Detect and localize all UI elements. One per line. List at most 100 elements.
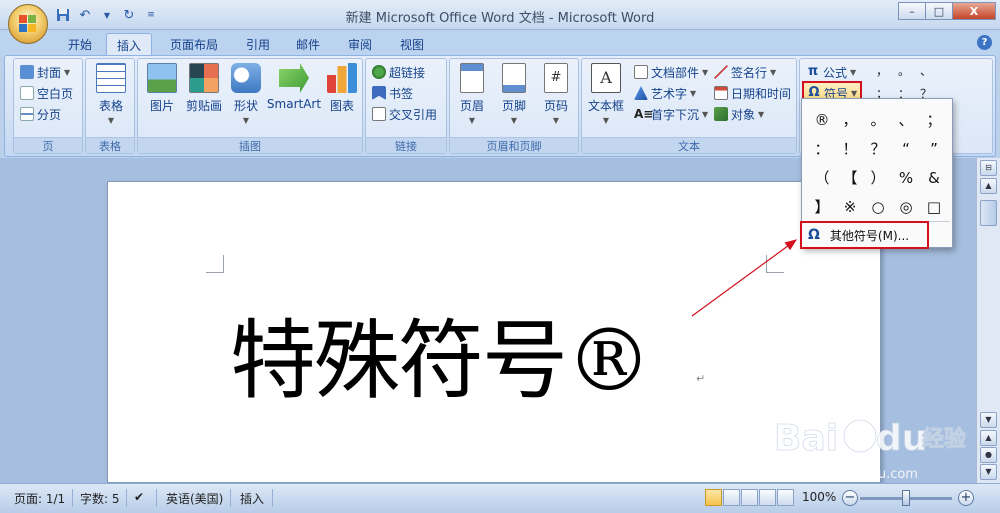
previous-page-icon[interactable]: ▲ <box>980 430 997 446</box>
minimize-button[interactable]: – <box>898 2 926 20</box>
tab-page-layout[interactable]: 页面布局 <box>160 33 228 55</box>
symbol-cell[interactable]: “ <box>892 134 920 163</box>
equation-button[interactable]: π 公式 ▼ <box>806 62 856 82</box>
scroll-up-icon[interactable]: ▲ <box>980 178 997 194</box>
quick-symbol[interactable]: 、 <box>915 62 937 79</box>
window-controls: – □ X <box>898 2 996 20</box>
symbol-cell[interactable]: 、 <box>892 105 920 134</box>
quick-symbol[interactable]: 。 <box>893 62 915 79</box>
drop-cap-button[interactable]: A≡ 首字下沉 ▼ <box>634 104 708 124</box>
symbol-cell[interactable]: ” <box>920 134 948 163</box>
close-button[interactable]: X <box>952 2 996 20</box>
maximize-button[interactable]: □ <box>925 2 953 20</box>
page-break-button[interactable]: 分页 <box>20 104 61 124</box>
links-group: 超链接 书签 交叉引用 链接 <box>365 58 447 154</box>
symbol-cell[interactable]: ， <box>836 105 864 134</box>
symbol-cell[interactable]: ； <box>920 105 948 134</box>
zoom-slider-thumb[interactable] <box>902 490 910 506</box>
symbol-cell[interactable]: 。 <box>864 105 892 134</box>
symbol-cell[interactable]: □ <box>920 192 948 221</box>
page-count[interactable]: 页面: 1/1 <box>14 490 65 506</box>
help-icon[interactable]: ? <box>977 35 992 50</box>
status-bar: 页面: 1/1 字数: 5 ✔ 英语(美国) 插入 100% − + <box>0 483 1000 513</box>
hyperlink-button[interactable]: 超链接 <box>372 62 425 82</box>
object-button[interactable]: 对象 ▼ <box>714 104 764 124</box>
quick-symbol[interactable]: ， <box>871 62 893 79</box>
page-number-button[interactable]: # 页码 ▼ <box>534 63 578 125</box>
more-symbols-button[interactable]: Ω 其他符号(M)... <box>800 221 929 249</box>
shapes-button[interactable]: 形状 ▼ <box>224 63 268 125</box>
language-indicator[interactable]: 英语(美国) <box>166 490 223 506</box>
print-layout-view-icon[interactable] <box>705 489 722 506</box>
office-logo-icon <box>19 15 37 33</box>
signature-line-button[interactable]: 签名行 ▼ <box>714 62 776 82</box>
tab-review[interactable]: 审阅 <box>338 33 382 55</box>
date-time-button[interactable]: 日期和时间 <box>714 83 791 103</box>
smartart-button[interactable]: SmartArt <box>266 63 322 111</box>
scrollbar-thumb[interactable] <box>980 200 997 226</box>
chart-icon <box>327 63 357 93</box>
symbol-cell[interactable]: ： <box>808 134 836 163</box>
header-footer-group-label: 页眉和页脚 <box>450 137 578 153</box>
textbox-button[interactable]: A 文本框 ▼ <box>584 63 628 125</box>
text-group: A 文本框 ▼ 文档部件 ▼ 艺术字 ▼ A≡ 首字下沉 ▼ 签名行 ▼ 日期和时间 对… <box>581 58 797 154</box>
tab-home[interactable]: 开始 <box>58 33 102 55</box>
wordart-icon <box>634 86 648 100</box>
header-footer-group: 页眉 ▼ 页脚 ▼ # 页码 ▼ 页眉和页脚 <box>449 58 579 154</box>
wordart-button[interactable]: 艺术字 ▼ <box>634 83 696 103</box>
select-browse-object-icon[interactable]: ● <box>980 447 997 463</box>
symbol-cell[interactable]: ○ <box>864 192 892 221</box>
table-button[interactable]: 表格 ▼ <box>89 63 133 125</box>
cross-reference-button[interactable]: 交叉引用 <box>372 104 437 124</box>
document-page[interactable]: 特殊符号® ↵ <box>107 181 881 483</box>
symbol-cell[interactable]: ® <box>808 105 836 134</box>
margin-corner-mark <box>206 255 224 273</box>
blank-page-button[interactable]: 空白页 <box>20 83 73 103</box>
tab-mailings[interactable]: 邮件 <box>286 33 330 55</box>
header-button[interactable]: 页眉 ▼ <box>450 63 494 125</box>
symbol-cell[interactable]: ） <box>864 163 892 192</box>
symbol-cell[interactable]: & <box>920 163 948 192</box>
tab-view[interactable]: 视图 <box>390 33 434 55</box>
symbol-cell[interactable]: ？ <box>864 134 892 163</box>
cover-page-button[interactable]: 封面 ▼ <box>20 62 70 82</box>
clipart-button[interactable]: 剪贴画 <box>182 63 226 114</box>
document-text[interactable]: 特殊符号® <box>230 290 652 415</box>
next-page-icon[interactable]: ▼ <box>980 464 997 480</box>
symbol-cell[interactable]: % <box>892 163 920 192</box>
vertical-scrollbar[interactable]: ⊟ ▲ ▼ ▲ ● ▼ <box>976 158 1000 483</box>
picture-button[interactable]: 图片 <box>140 63 184 114</box>
ruler-toggle-icon[interactable]: ⊟ <box>980 160 997 176</box>
symbol-cell[interactable]: 【 <box>836 163 864 192</box>
pi-icon: π <box>807 64 819 79</box>
footer-button[interactable]: 页脚 ▼ <box>492 63 536 125</box>
proofing-icon[interactable]: ✔ <box>134 490 144 506</box>
omega-icon: Ω <box>808 227 820 243</box>
symbol-cell[interactable]: ◎ <box>892 192 920 221</box>
symbol-cell[interactable]: 】 <box>808 192 836 221</box>
zoom-out-button[interactable]: − <box>842 490 858 506</box>
tables-group-label: 表格 <box>86 137 134 153</box>
page-number-icon: # <box>544 63 568 93</box>
outline-view-icon[interactable] <box>759 489 776 506</box>
zoom-level[interactable]: 100% <box>802 490 836 506</box>
tab-references[interactable]: 引用 <box>236 33 280 55</box>
page-break-icon <box>20 107 34 121</box>
symbol-cell[interactable]: （ <box>808 163 836 192</box>
bookmark-button[interactable]: 书签 <box>372 83 413 103</box>
symbol-cell[interactable]: ※ <box>836 192 864 221</box>
web-layout-view-icon[interactable] <box>741 489 758 506</box>
illustrations-group-label: 插图 <box>138 137 362 153</box>
insert-mode-indicator[interactable]: 插入 <box>240 490 264 506</box>
view-buttons <box>705 489 795 506</box>
symbol-cell[interactable]: ！ <box>836 134 864 163</box>
full-screen-reading-view-icon[interactable] <box>723 489 740 506</box>
tab-insert[interactable]: 插入 <box>106 33 153 55</box>
chart-button[interactable]: 图表 <box>322 63 362 114</box>
draft-view-icon[interactable] <box>777 489 794 506</box>
zoom-in-button[interactable]: + <box>958 490 974 506</box>
office-button[interactable] <box>8 4 48 44</box>
quick-parts-button[interactable]: 文档部件 ▼ <box>634 62 708 82</box>
word-count[interactable]: 字数: 5 <box>80 490 120 506</box>
scroll-down-icon[interactable]: ▼ <box>980 412 997 428</box>
